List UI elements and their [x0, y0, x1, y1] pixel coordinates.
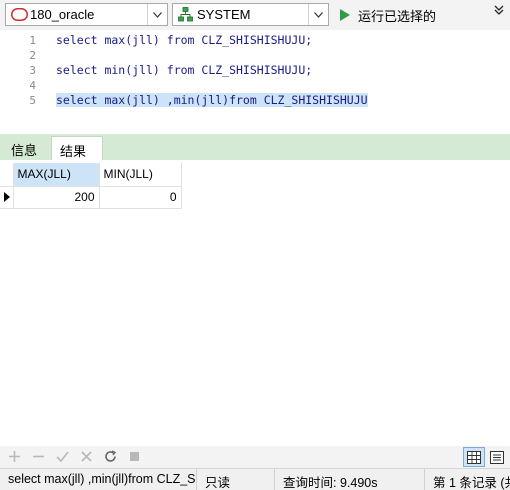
play-icon	[340, 9, 350, 21]
schema-icon	[178, 7, 193, 22]
table-cell[interactable]: 200	[13, 186, 100, 209]
oracle-connection-icon	[11, 8, 28, 21]
line-number: 3	[29, 64, 36, 77]
connection-label: 180_oracle	[30, 7, 95, 22]
apply-check-icon[interactable]	[56, 450, 69, 463]
status-record-count: 第 1 条记录 (共 1 条)	[433, 476, 510, 490]
column-header[interactable]: MAX(JLL)	[13, 163, 100, 187]
tab-info[interactable]: 信息	[3, 136, 48, 160]
discard-close-icon[interactable]	[80, 450, 93, 463]
add-row-icon[interactable]	[8, 450, 21, 463]
code-line[interactable]: select min(jll) from CLZ_SHISHISHUJU;	[56, 63, 312, 77]
refresh-icon[interactable]	[104, 450, 117, 463]
result-tab-bar: 信息 结果 1	[0, 134, 510, 175]
row-header-corner	[0, 163, 14, 187]
run-selected-button[interactable]: 运行已选择的	[338, 5, 436, 25]
status-query-text: select max(jll) ,min(jll)from CLZ_SHISHI…	[0, 469, 197, 490]
selected-sql-text[interactable]: select max(jll) ,min(jll)from CLZ_SHISHI…	[56, 93, 368, 107]
status-query-time: 查询时间: 9.490s	[275, 469, 425, 490]
stop-icon[interactable]	[128, 450, 141, 463]
grid-view-icon	[467, 450, 481, 464]
line-number: 5	[29, 94, 36, 107]
line-number: 1	[29, 34, 36, 47]
schema-select[interactable]: SYSTEM	[172, 3, 329, 26]
table-row[interactable]: 200 0	[0, 186, 182, 209]
line-number: 2	[29, 49, 36, 62]
tab-result-1[interactable]: 结果 1	[51, 136, 103, 175]
code-line-selected[interactable]: select max(jll) ,min(jll)from CLZ_SHISHI…	[56, 93, 368, 107]
form-view-icon	[490, 450, 504, 464]
grid-view-button[interactable]	[463, 447, 485, 467]
chevron-down-icon[interactable]	[147, 4, 167, 25]
line-number-gutter: 1 2 3 4 5	[0, 30, 40, 134]
overflow-chevron-icon[interactable]	[493, 3, 505, 23]
status-bar: select max(jll) ,min(jll)from CLZ_SHISHI…	[0, 468, 510, 490]
line-number: 4	[29, 79, 36, 92]
column-header[interactable]: MIN(JLL)	[99, 163, 182, 187]
top-toolbar: 180_oracle SYSTEM 运行已选择的	[0, 0, 510, 30]
schema-label: SYSTEM	[197, 7, 251, 22]
chevron-down-icon[interactable]	[308, 4, 328, 25]
table-cell[interactable]: 0	[99, 186, 182, 209]
grid-toolbar	[0, 446, 510, 468]
status-readonly: 只读	[197, 469, 275, 490]
delete-row-icon[interactable]	[32, 450, 45, 463]
form-view-button[interactable]	[486, 447, 508, 467]
run-selected-label: 运行已选择的	[358, 8, 437, 24]
current-row-indicator	[0, 186, 14, 209]
sql-editor[interactable]: 1 2 3 4 5 select max(jll) from CLZ_SHISH…	[0, 30, 510, 134]
result-table: MAX(JLL) MIN(JLL) 200 0	[0, 163, 182, 209]
result-grid: MAX(JLL) MIN(JLL) 200 0	[0, 160, 510, 446]
connection-select[interactable]: 180_oracle	[5, 3, 168, 26]
row-pointer-icon	[4, 192, 10, 202]
code-line[interactable]: select max(jll) from CLZ_SHISHISHUJU;	[56, 33, 312, 47]
